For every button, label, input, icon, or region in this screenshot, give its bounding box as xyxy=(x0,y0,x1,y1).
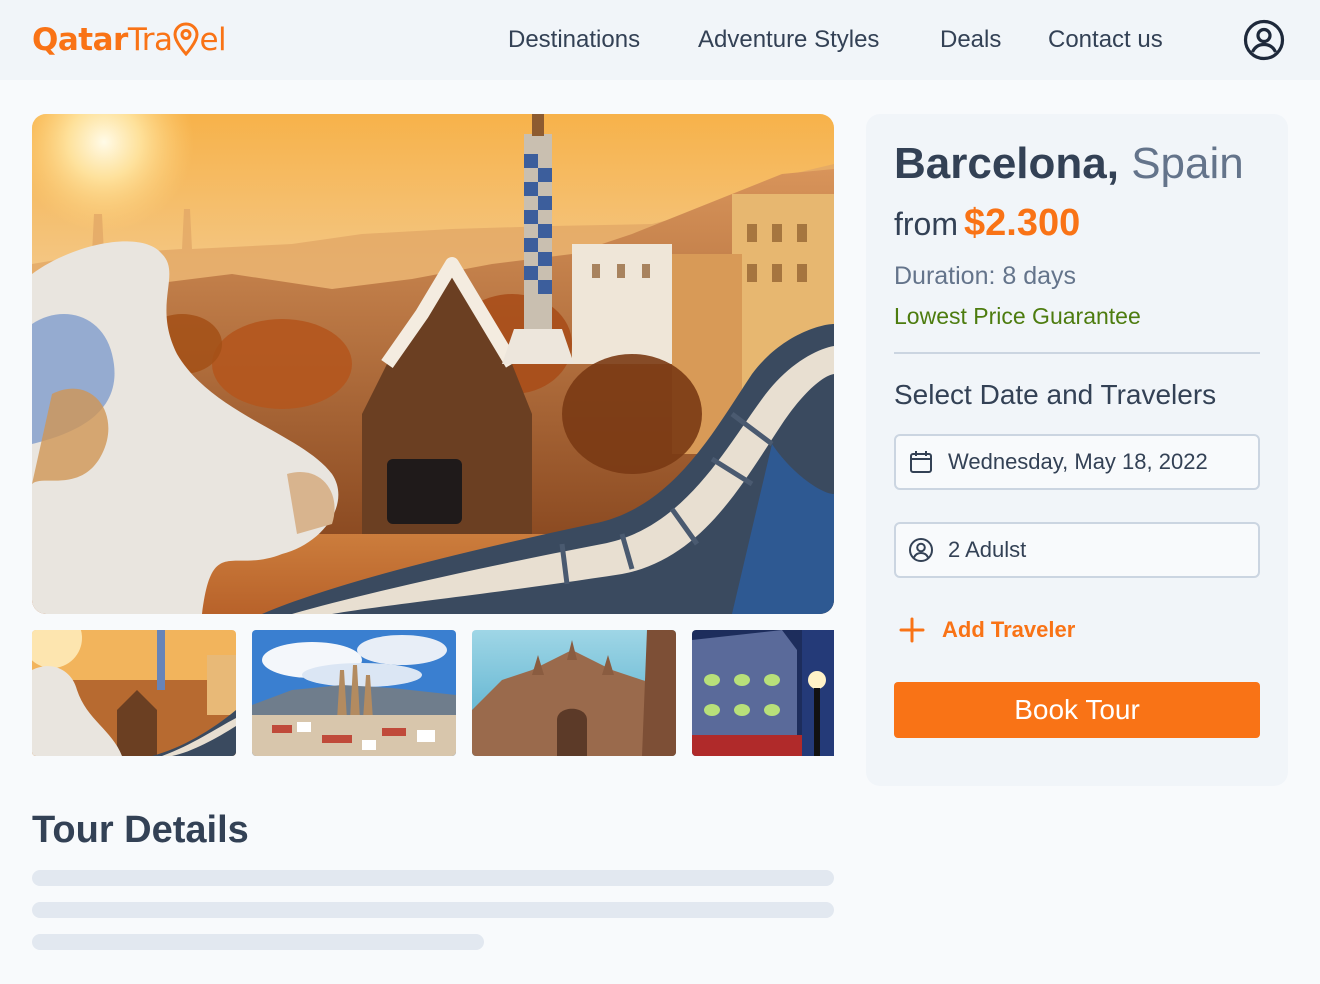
select-date-travelers-heading: Select Date and Travelers xyxy=(894,379,1217,410)
map-pin-icon xyxy=(173,22,199,56)
thumbnail-cathedral-illustration xyxy=(472,630,676,756)
content-placeholder-line xyxy=(32,902,834,918)
price-row: from $2.300 xyxy=(894,198,1080,256)
thumbnail-park-guell-illustration xyxy=(32,630,236,756)
brand-name-part-end: el xyxy=(199,22,227,58)
thumbnail-3[interactable] xyxy=(472,630,676,756)
hero-illustration xyxy=(32,114,834,614)
divider xyxy=(894,352,1260,354)
price-value: $2.300 xyxy=(964,202,1081,244)
price-from-label: from xyxy=(894,206,958,242)
thumbnail-4[interactable] xyxy=(692,630,834,756)
date-value: Wednesday, May 18, 2022 xyxy=(948,449,1208,474)
destination-title: Barcelona, Spain xyxy=(894,136,1244,192)
add-traveler-label: Add Traveler xyxy=(942,617,1076,642)
brand-name-part: Tra xyxy=(127,22,173,58)
date-picker-field[interactable]: Wednesday, May 18, 2022 xyxy=(894,434,1260,490)
destination-country: Spain xyxy=(1118,139,1244,188)
nav-deals[interactable]: Deals xyxy=(940,24,1001,56)
content-placeholder-line xyxy=(32,934,484,950)
destination-city: Barcelona, xyxy=(894,139,1119,188)
travelers-value: 2 Adulst xyxy=(948,537,1027,562)
content-placeholder-line xyxy=(32,870,834,886)
hero-image[interactable] xyxy=(32,114,834,614)
brand-logo[interactable]: Qatar Tra el xyxy=(32,18,227,62)
thumbnail-casa-batllo-illustration xyxy=(692,630,834,756)
thumbnail-sagrada-illustration xyxy=(252,630,456,756)
add-traveler-button[interactable]: Add Traveler xyxy=(898,612,1075,648)
book-tour-button[interactable]: Book Tour xyxy=(894,682,1260,738)
calendar-icon xyxy=(910,451,932,473)
nav-adventure-styles[interactable]: Adventure Styles xyxy=(698,24,879,56)
price-guarantee-label: Lowest Price Guarantee xyxy=(894,303,1141,329)
nav-contact-us[interactable]: Contact us xyxy=(1048,24,1163,56)
tour-details-heading: Tour Details xyxy=(32,809,249,851)
user-circle-icon[interactable] xyxy=(1242,18,1286,62)
thumbnail-2[interactable] xyxy=(252,630,456,756)
tour-duration: Duration: 8 days xyxy=(894,262,1077,290)
thumbnail-1[interactable] xyxy=(32,630,236,756)
nav-destinations[interactable]: Destinations xyxy=(508,24,640,56)
plus-icon xyxy=(899,617,925,643)
travelers-field[interactable]: 2 Adulst xyxy=(894,522,1260,578)
top-navbar: Qatar Tra el Destinations Adventure Style… xyxy=(0,0,1320,80)
brand-name-bold: Qatar xyxy=(32,22,128,58)
user-circle-icon xyxy=(909,538,933,562)
